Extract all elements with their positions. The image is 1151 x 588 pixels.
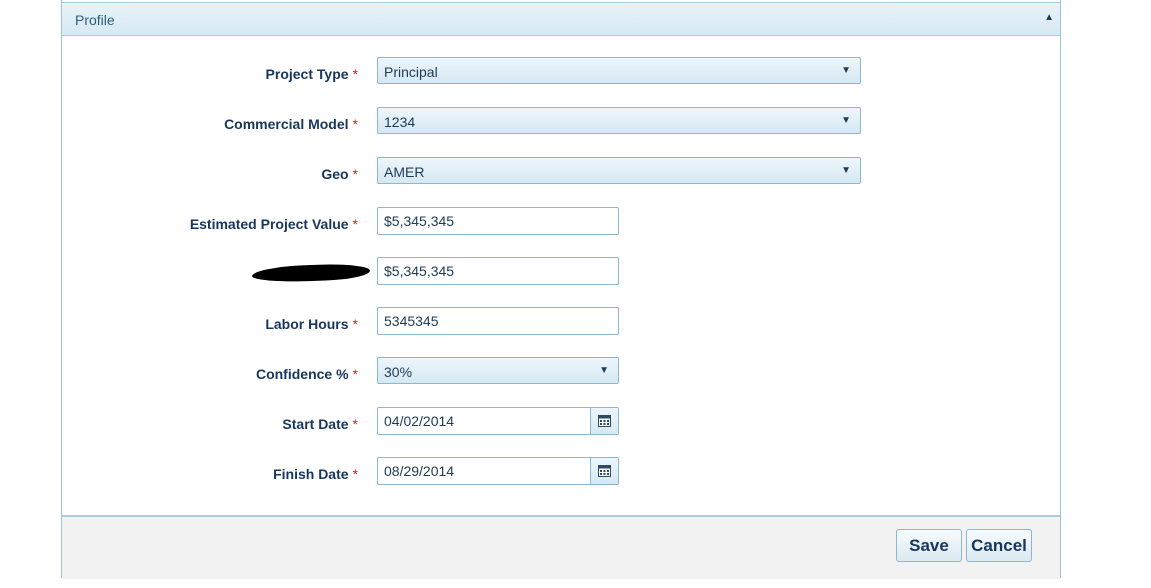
form-row-labor-hours: Labor Hours * (62, 307, 1060, 337)
commercial-model-value: 1234 (384, 114, 416, 130)
start-date-calendar-button[interactable] (590, 408, 618, 434)
chevron-down-icon: ▼ (599, 365, 609, 376)
finish-date-input[interactable] (378, 458, 592, 484)
form-row-finish-date: Finish Date * (62, 457, 1060, 487)
geo-value: AMER (384, 164, 425, 180)
commercial-model-select[interactable]: 1234 ▼ (377, 107, 861, 134)
labor-hours-input[interactable] (377, 307, 619, 335)
confidence-select[interactable]: 30% ▼ (377, 357, 619, 384)
panel-header[interactable]: Profile ▲ (62, 2, 1060, 36)
chevron-down-icon: ▼ (841, 115, 851, 126)
field-label: Commercial Model * (224, 116, 358, 132)
project-type-select[interactable]: Principal ▼ (377, 57, 861, 84)
form-row-confidence: Confidence % * 30% ▼ (62, 357, 1060, 387)
chevron-down-icon: ▼ (841, 165, 851, 176)
field-label: Confidence % * (255, 366, 358, 382)
field-label: Finish Date * (273, 466, 358, 482)
chevron-down-icon: ▼ (841, 65, 851, 76)
form-footer: Save Cancel (62, 515, 1060, 579)
panel-title: Profile (75, 12, 115, 28)
redacted-value-input[interactable] (377, 257, 619, 285)
collapse-icon[interactable]: ▲ (1044, 12, 1054, 23)
required-marker: * (352, 166, 358, 182)
redacted-label (251, 262, 371, 284)
form-row-commercial-model: Commercial Model * 1234 ▼ (62, 107, 1060, 137)
field-label: Estimated Project Value * (189, 216, 358, 232)
required-marker: * (352, 366, 358, 382)
form-row-project-type: Project Type * Principal ▼ (62, 57, 1060, 87)
start-date-input[interactable] (378, 408, 592, 434)
calendar-icon (598, 465, 611, 477)
confidence-value: 30% (384, 364, 413, 380)
finish-date-picker (377, 457, 619, 485)
form-row-start-date: Start Date * (62, 407, 1060, 437)
required-marker: * (352, 416, 358, 432)
required-marker: * (352, 316, 358, 332)
save-button[interactable]: Save (896, 529, 962, 562)
field-label: Geo * (321, 166, 358, 182)
form-row-redacted (62, 257, 1060, 287)
field-label: Labor Hours * (265, 316, 358, 332)
field-label: Start Date * (282, 416, 358, 432)
required-marker: * (352, 216, 358, 232)
form-row-geo: Geo * AMER ▼ (62, 157, 1060, 187)
profile-panel: Profile ▲ Project Type * Principal ▼ Comm… (61, 0, 1061, 579)
field-label: Project Type * (265, 66, 358, 82)
project-type-value: Principal (384, 64, 438, 80)
geo-select[interactable]: AMER ▼ (377, 157, 861, 184)
calendar-icon (598, 415, 611, 427)
start-date-picker (377, 407, 619, 435)
finish-date-calendar-button[interactable] (590, 458, 618, 484)
required-marker: * (352, 116, 358, 132)
estimated-project-value-input[interactable] (377, 207, 619, 235)
required-marker: * (352, 66, 358, 82)
form-row-estimated-project-value: Estimated Project Value * (62, 207, 1060, 237)
cancel-button[interactable]: Cancel (966, 529, 1032, 562)
required-marker: * (352, 466, 358, 482)
